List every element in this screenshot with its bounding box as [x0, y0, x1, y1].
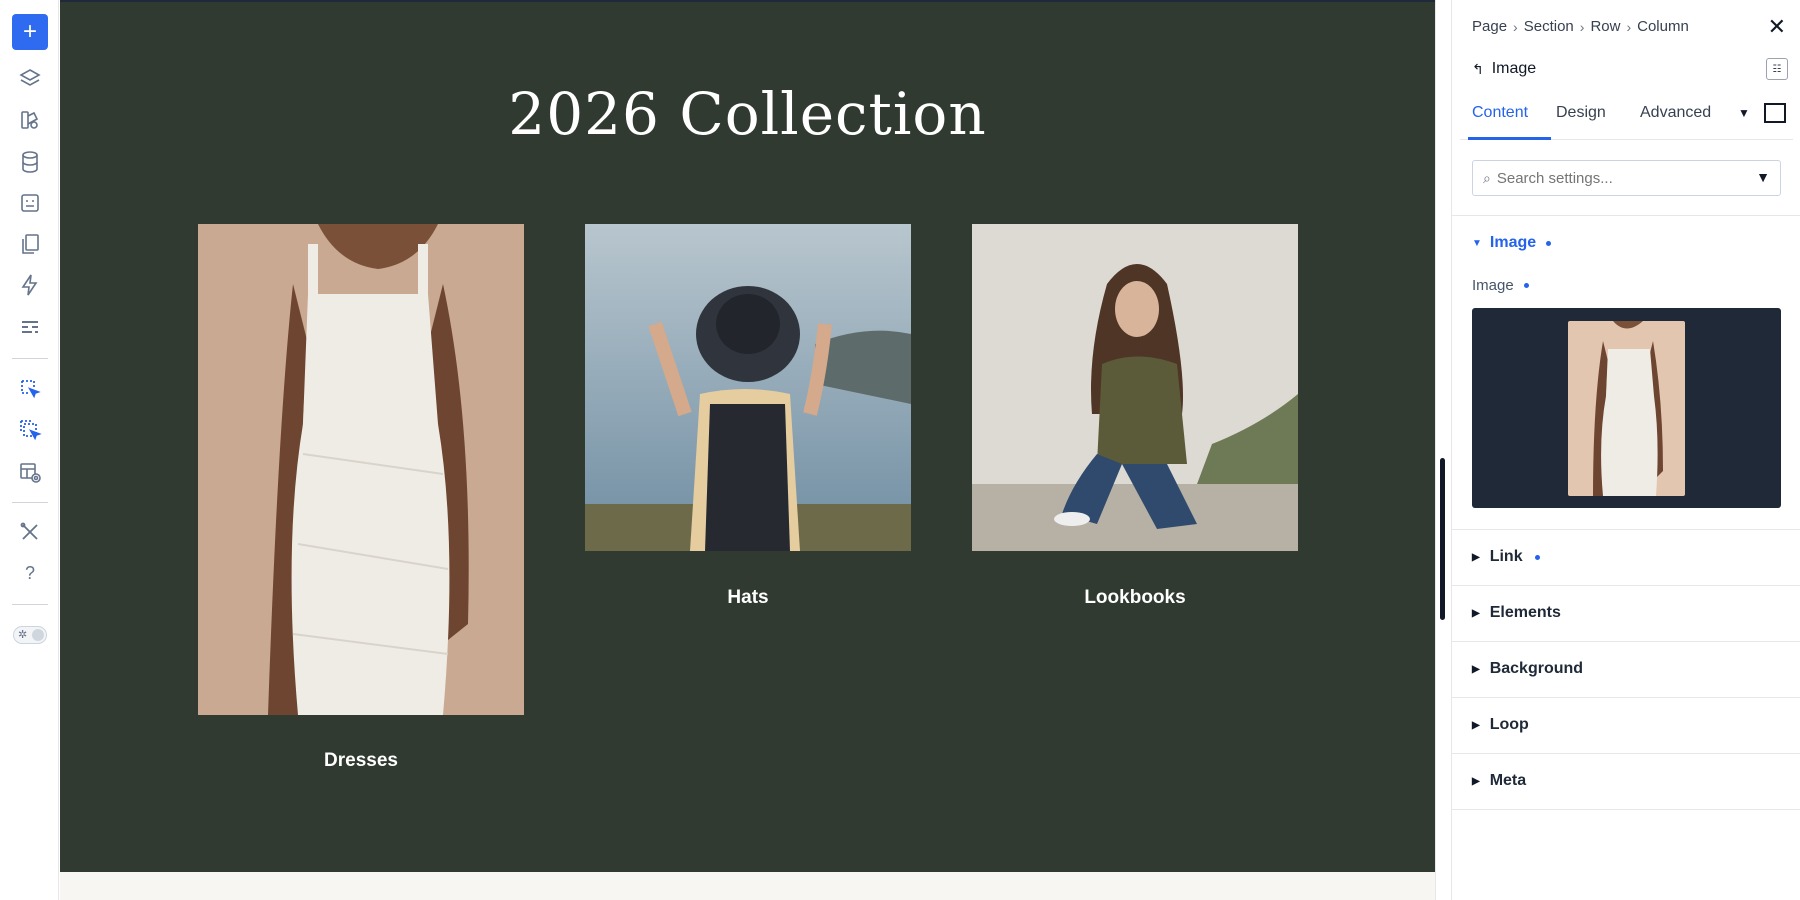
- breadcrumb: Page › Section › Row › Column: [1472, 18, 1689, 35]
- divider: [1452, 753, 1800, 754]
- select-multiple-icon[interactable]: [15, 415, 45, 445]
- element-title: ↰ Image: [1472, 60, 1536, 78]
- settings-toggle-icon[interactable]: ☷: [1766, 58, 1788, 80]
- database-icon[interactable]: [15, 147, 45, 177]
- divider: [1452, 809, 1800, 810]
- divider: [1452, 215, 1800, 216]
- caret-right-icon: ▶: [1472, 607, 1480, 619]
- canvas-scrollbar[interactable]: [1435, 0, 1451, 900]
- caret-right-icon: ▶: [1472, 719, 1480, 731]
- left-toolbar: + ? ✲: [0, 0, 59, 900]
- card-image-lookbooks[interactable]: [972, 224, 1298, 551]
- section-link-title: Link: [1489, 548, 1523, 565]
- settings-search[interactable]: ⌕ ▼: [1472, 160, 1781, 196]
- sliders-icon[interactable]: [15, 312, 45, 342]
- divider: [1452, 585, 1800, 586]
- filter-icon[interactable]: ▼: [1756, 169, 1770, 185]
- card-label-lookbooks[interactable]: Lookbooks: [972, 587, 1298, 609]
- builder-canvas[interactable]: 2026 Collection Dresses Hats Lookbooks: [60, 0, 1435, 872]
- search-icon: ⌕: [1483, 169, 1491, 186]
- help-icon[interactable]: ?: [15, 558, 45, 588]
- caret-right-icon: ▶: [1472, 551, 1480, 563]
- modified-dot: [1546, 240, 1552, 246]
- breadcrumb-section[interactable]: Section: [1524, 18, 1574, 35]
- tools-icon[interactable]: [15, 517, 45, 547]
- modified-dot: [1523, 283, 1529, 288]
- chevron-right-icon: ›: [1579, 18, 1585, 35]
- section-link[interactable]: ▶ Link: [1472, 548, 1540, 566]
- card-label-hats[interactable]: Hats: [585, 587, 911, 609]
- tab-content[interactable]: Content: [1472, 104, 1528, 122]
- section-background[interactable]: ▶ Background: [1472, 660, 1583, 678]
- section-background-title: Background: [1489, 660, 1584, 677]
- caret-right-icon: ▶: [1472, 775, 1480, 787]
- card-label-dresses[interactable]: Dresses: [198, 750, 524, 772]
- image-thumbnail[interactable]: [1568, 321, 1685, 496]
- chevron-down-icon[interactable]: ▼: [1738, 106, 1750, 120]
- section-elements[interactable]: ▶ Elements: [1472, 604, 1561, 622]
- search-input[interactable]: [1496, 169, 1737, 187]
- tab-design[interactable]: Design: [1556, 104, 1606, 122]
- element-title-label: Image: [1491, 60, 1537, 77]
- add-element-button[interactable]: +: [12, 14, 48, 50]
- lightning-icon[interactable]: [15, 270, 45, 300]
- toolbar-divider: [12, 604, 48, 605]
- toolbar-divider: [12, 502, 48, 503]
- breadcrumb-page[interactable]: Page: [1472, 18, 1507, 35]
- template-icon[interactable]: [15, 188, 45, 218]
- layers-icon[interactable]: [15, 64, 45, 94]
- image-field-label: Image: [1472, 277, 1529, 294]
- tab-advanced[interactable]: Advanced: [1640, 104, 1711, 122]
- page-title[interactable]: 2026 Collection: [60, 80, 1435, 148]
- card-image-hats[interactable]: [585, 224, 911, 551]
- image-field-label-text: Image: [1472, 277, 1514, 294]
- divider: [1452, 697, 1800, 698]
- section-image-header[interactable]: ▼ Image: [1472, 234, 1552, 252]
- chevron-right-icon: ›: [1626, 18, 1632, 35]
- section-loop-title: Loop: [1489, 716, 1529, 733]
- chevron-right-icon: ›: [1513, 18, 1518, 35]
- toolbar-divider: [12, 358, 48, 359]
- divider: [1452, 529, 1800, 530]
- gear-icon: ✲: [18, 629, 28, 641]
- square-icon[interactable]: [1764, 103, 1786, 123]
- section-meta[interactable]: ▶ Meta: [1472, 772, 1526, 790]
- preview-layout-icon[interactable]: [15, 457, 45, 487]
- card-image-dresses[interactable]: [198, 224, 524, 715]
- close-icon[interactable]: ✕: [1768, 14, 1786, 40]
- image-preview[interactable]: [1472, 308, 1781, 508]
- toggle-knob: [32, 629, 44, 641]
- breadcrumb-column[interactable]: Column: [1637, 18, 1689, 35]
- section-loop[interactable]: ▶ Loop: [1472, 716, 1529, 734]
- canvas-next-section[interactable]: [60, 872, 1435, 900]
- scrollbar-thumb[interactable]: [1440, 458, 1445, 620]
- caret-right-icon: ▶: [1472, 663, 1480, 675]
- settings-panel: Page › Section › Row › Column ✕ ↰ Image …: [1451, 0, 1800, 900]
- section-meta-title: Meta: [1489, 772, 1527, 789]
- active-tab-indicator: [1468, 137, 1551, 140]
- theme-toggle[interactable]: ✲: [13, 626, 47, 644]
- styles-icon[interactable]: [15, 105, 45, 135]
- panel-tabs: Content Design Advanced ▼: [1460, 94, 1793, 140]
- modified-dot: [1534, 554, 1540, 560]
- pages-icon[interactable]: [15, 229, 45, 259]
- breadcrumb-row[interactable]: Row: [1590, 18, 1620, 35]
- back-arrow-icon[interactable]: ↰: [1472, 61, 1484, 78]
- section-image-title: Image: [1489, 234, 1537, 251]
- select-element-icon[interactable]: [15, 374, 45, 404]
- section-elements-title: Elements: [1489, 604, 1561, 621]
- caret-down-icon: ▼: [1472, 237, 1482, 249]
- divider: [1452, 641, 1800, 642]
